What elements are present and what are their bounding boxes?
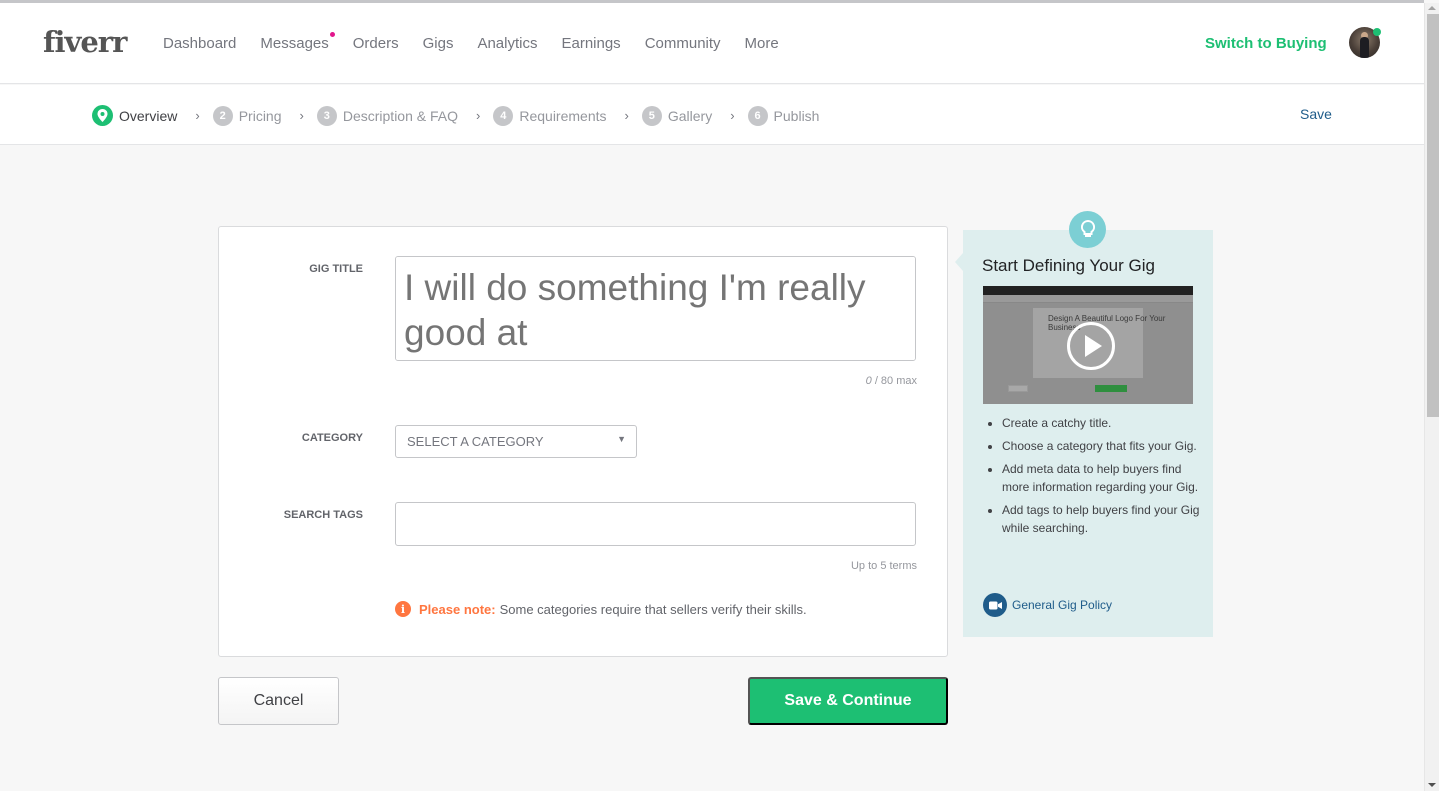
info-icon: i xyxy=(395,601,411,617)
nav-label: More xyxy=(744,35,779,52)
overview-form-card: GIG TITLE 0 / 80 max CATEGORY SELECT A C… xyxy=(218,226,948,657)
nav-label: Analytics xyxy=(477,35,538,52)
category-select[interactable]: SELECT A CATEGORY ▼ xyxy=(395,425,637,458)
nav-label: Gigs xyxy=(422,35,454,52)
cancel-button[interactable]: Cancel xyxy=(218,677,339,725)
video-thumb-header xyxy=(983,286,1193,295)
video-thumb-steps xyxy=(983,295,1193,303)
step-label: Publish xyxy=(773,107,820,124)
notification-dot-icon xyxy=(329,32,335,37)
tip-title: Start Defining Your Gig xyxy=(982,256,1155,275)
tip-item: Add tags to help buyers find your Gig wh… xyxy=(1002,501,1202,537)
step-overview[interactable]: Overview xyxy=(92,105,177,126)
step-requirements[interactable]: 4 Requirements xyxy=(493,105,607,126)
switch-to-buying-link[interactable]: Switch to Buying xyxy=(1205,35,1327,52)
step-number: 4 xyxy=(493,105,514,126)
nav-label: Dashboard xyxy=(163,35,237,52)
video-thumb-text: Design A Beautiful Logo For Your Busines… xyxy=(1048,314,1166,332)
search-tags-label: SEARCH TAGS xyxy=(283,509,363,521)
top-navigation: fiverr Dashboard Messages Orders Gigs An… xyxy=(0,3,1424,84)
nav-community[interactable]: Community xyxy=(645,35,721,52)
step-number: 3 xyxy=(316,105,337,126)
tip-panel: Start Defining Your Gig Design A Beautif… xyxy=(955,230,1213,637)
lightbulb-icon xyxy=(1069,211,1106,248)
scroll-up-arrow-icon[interactable] xyxy=(1428,6,1436,10)
nav-label: Orders xyxy=(352,35,399,52)
step-number: 2 xyxy=(212,105,233,126)
step-number: 6 xyxy=(747,105,768,126)
note-emphasis: Please note: xyxy=(419,601,496,617)
video-camera-icon xyxy=(983,593,1007,617)
category-label: CATEGORY xyxy=(301,432,363,444)
title-char-counter: 0 / 80 max xyxy=(866,375,917,387)
nav-label: Community xyxy=(644,35,721,52)
step-pricing[interactable]: 2 Pricing xyxy=(212,105,282,126)
tip-list: Create a catchy title. Choose a category… xyxy=(1002,414,1202,542)
video-thumb-cancel xyxy=(1008,385,1028,392)
search-tags-hint: Up to 5 terms xyxy=(850,560,917,572)
search-tags-input[interactable] xyxy=(395,502,916,546)
step-gallery[interactable]: 5 Gallery xyxy=(641,105,713,126)
main-nav: Dashboard Messages Orders Gigs Analytics… xyxy=(163,32,803,52)
step-label: Overview xyxy=(119,107,178,124)
gig-title-input[interactable] xyxy=(395,256,916,361)
char-count: 0 xyxy=(865,375,872,387)
chevron-right-icon: › xyxy=(730,108,735,123)
note-text: Some categories require that sellers ver… xyxy=(499,601,807,617)
save-continue-button[interactable]: Save & Continue xyxy=(748,677,948,725)
nav-more[interactable]: More xyxy=(745,35,779,52)
category-note: i Please note: Some categories require t… xyxy=(395,601,807,617)
tip-item: Choose a category that fits your Gig. xyxy=(1002,437,1202,455)
save-link[interactable]: Save xyxy=(1300,106,1332,122)
step-label: Description & FAQ xyxy=(342,107,458,124)
step-publish[interactable]: 6 Publish xyxy=(747,105,820,126)
gig-wizard-steps: Overview › 2 Pricing › 3 Description & F… xyxy=(0,85,1424,145)
nav-label: Messages xyxy=(260,35,329,52)
nav-dashboard[interactable]: Dashboard xyxy=(163,35,236,52)
step-label: Requirements xyxy=(519,107,607,124)
step-number: 5 xyxy=(641,105,662,126)
nav-orders[interactable]: Orders xyxy=(353,35,399,52)
step-label: Pricing xyxy=(238,107,282,124)
chevron-right-icon: › xyxy=(624,108,629,123)
scroll-down-arrow-icon[interactable] xyxy=(1428,783,1436,787)
nav-gigs[interactable]: Gigs xyxy=(423,35,454,52)
chevron-right-icon: › xyxy=(476,108,481,123)
nav-messages[interactable]: Messages xyxy=(260,32,335,52)
char-max: / 80 max xyxy=(874,375,917,387)
online-status-icon xyxy=(1373,28,1381,36)
tip-pointer xyxy=(955,253,963,271)
scroll-thumb[interactable] xyxy=(1427,14,1439,417)
play-triangle xyxy=(1085,335,1102,357)
gig-title-label: GIG TITLE xyxy=(309,263,363,275)
fiverr-logo[interactable]: fiverr xyxy=(43,25,127,59)
policy-label: General Gig Policy xyxy=(1012,598,1113,612)
avatar-figure xyxy=(1360,37,1369,58)
video-thumb-save xyxy=(1095,385,1127,392)
step-label: Gallery xyxy=(667,107,713,124)
vertical-scrollbar[interactable] xyxy=(1424,3,1439,791)
tutorial-video[interactable]: Design A Beautiful Logo For Your Busines… xyxy=(983,286,1193,404)
tip-item: Create a catchy title. xyxy=(1002,414,1202,432)
dropdown-arrow-icon: ▼ xyxy=(617,434,626,444)
chevron-right-icon: › xyxy=(299,108,304,123)
nav-label: Earnings xyxy=(561,35,621,52)
chevron-right-icon: › xyxy=(195,108,200,123)
step-description-faq[interactable]: 3 Description & FAQ xyxy=(316,105,458,126)
location-pin-icon xyxy=(92,105,113,126)
general-gig-policy-link[interactable]: General Gig Policy xyxy=(983,593,1112,617)
tip-item: Add meta data to help buyers find more i… xyxy=(1002,460,1202,496)
category-selected-value: SELECT A CATEGORY xyxy=(407,434,544,449)
play-icon[interactable] xyxy=(1067,322,1115,370)
steps-list: Overview › 2 Pricing › 3 Description & F… xyxy=(92,105,819,126)
nav-earnings[interactable]: Earnings xyxy=(561,35,620,52)
nav-analytics[interactable]: Analytics xyxy=(477,35,537,52)
